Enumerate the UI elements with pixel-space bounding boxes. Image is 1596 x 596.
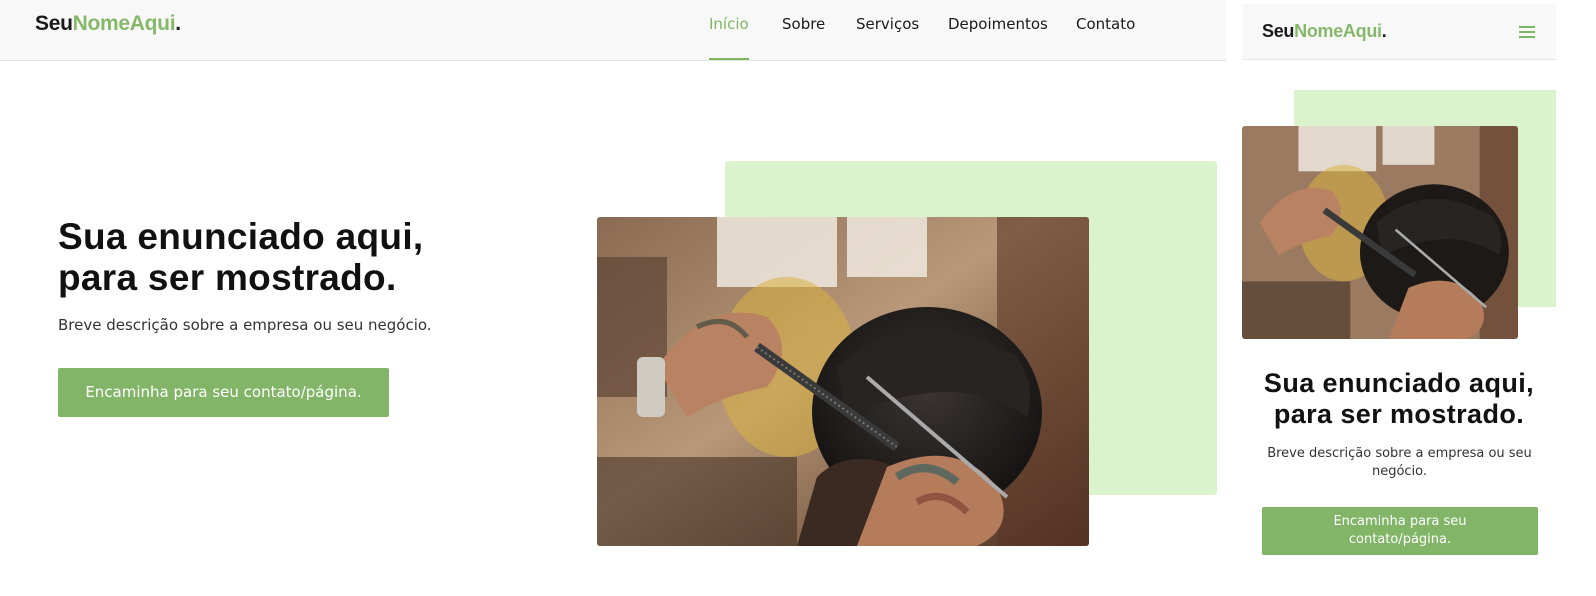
mobile-hero-title-line-2: para ser mostrado. — [1273, 399, 1525, 429]
hero-photo — [597, 217, 1089, 546]
hero-title: Sua enunciado aqui, para ser mostrado. — [58, 216, 538, 298]
brand-part-2: NomeAqui — [72, 12, 176, 35]
mobile-hero-title: Sua enunciado aqui, para ser mostrado. — [1252, 368, 1546, 430]
site-header: SeuNomeAqui. Início Sobre Serviços Depoi… — [0, 0, 1226, 61]
mobile-header: SeuNomeAqui. — [1242, 4, 1556, 60]
mobile-brand-part-3: . — [1381, 21, 1387, 41]
hero-cta-button[interactable]: Encaminha para seu contato/página. — [58, 368, 389, 417]
brand-part-3: . — [175, 12, 181, 35]
mobile-hero-title-line-1: Sua enunciado aqui, — [1263, 368, 1535, 398]
mobile-view: SeuNomeAqui. Sua enunciado aqui, para se… — [1242, 0, 1596, 596]
mobile-brand-part-2: NomeAqui — [1294, 21, 1382, 41]
hero-title-line-2: para ser mostrado. — [58, 257, 397, 298]
mobile-hero-description: Breve descrição sobre a empresa ou seu n… — [1267, 446, 1532, 479]
hero-description: Breve descrição sobre a empresa ou seu n… — [58, 316, 432, 334]
hero-title-line-1: Sua enunciado aqui, — [58, 216, 424, 257]
hamburger-menu-icon[interactable] — [1519, 25, 1535, 39]
brand-logo[interactable]: SeuNomeAqui. — [35, 12, 181, 36]
nav-item-inicio[interactable]: Início — [709, 15, 749, 60]
nav-item-depoimentos[interactable]: Depoimentos — [948, 15, 1048, 60]
nav-item-sobre[interactable]: Sobre — [782, 15, 825, 60]
mobile-brand-part-1: Seu — [1262, 21, 1295, 41]
mobile-hero-cta-button[interactable]: Encaminha para seu contato/página. — [1262, 507, 1538, 555]
desktop-view: SeuNomeAqui. Início Sobre Serviços Depoi… — [0, 0, 1226, 596]
nav-item-servicos[interactable]: Serviços — [856, 15, 919, 60]
nav-item-contato[interactable]: Contato — [1076, 15, 1135, 60]
mobile-brand-logo[interactable]: SeuNomeAqui. — [1262, 21, 1387, 42]
brand-part-1: Seu — [35, 12, 73, 35]
mobile-hero-photo — [1242, 126, 1518, 339]
